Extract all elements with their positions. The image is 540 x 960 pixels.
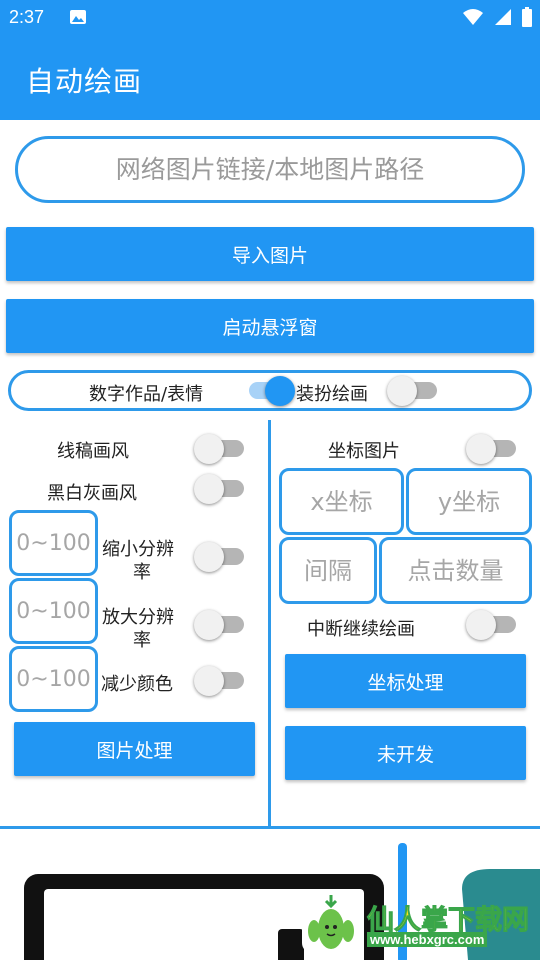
shrink-resolution-label-line2: 率 (133, 562, 151, 583)
app-title: 自动绘画 (26, 65, 143, 98)
shrink-resolution-switch[interactable] (194, 541, 250, 573)
line-style-switch[interactable] (194, 433, 250, 465)
enlarge-resolution-switch[interactable] (194, 609, 250, 641)
mode-toggle-bar: 数字作品/表情 装扮绘画 (8, 370, 532, 411)
coord-process-button[interactable]: 坐标处理 (285, 654, 526, 708)
bw-style-label: 黑白灰画风 (47, 483, 137, 504)
status-icons (462, 7, 532, 27)
interval-input[interactable] (279, 537, 377, 604)
click-count-input[interactable] (379, 537, 532, 604)
mode-digital-switch[interactable] (241, 375, 297, 407)
preview-area: 仙人掌下载网 www.hebxgrc.com (0, 829, 540, 960)
y-coord-input[interactable] (406, 468, 532, 535)
resume-drawing-switch[interactable] (466, 609, 522, 641)
enlarge-resolution-input[interactable] (9, 578, 98, 644)
undeveloped-button[interactable]: 未开发 (285, 726, 526, 780)
mode-digital-label: 数字作品/表情 (89, 384, 204, 405)
cactus-logo-icon (302, 893, 360, 953)
enlarge-resolution-label-line2: 率 (133, 630, 151, 651)
mode-dressup-label: 装扮绘画 (296, 384, 368, 405)
shrink-resolution-input[interactable] (9, 510, 98, 576)
watermark-url: www.hebxgrc.com (367, 932, 488, 947)
resume-drawing-label: 中断继续绘画 (307, 619, 415, 640)
mode-dressup-switch[interactable] (387, 375, 443, 407)
image-path-input[interactable] (15, 136, 525, 203)
reduce-color-input[interactable] (9, 646, 98, 712)
gallery-icon (70, 10, 86, 24)
battery-icon (522, 7, 532, 27)
status-bar: 2:37 (0, 0, 540, 36)
bw-style-switch[interactable] (194, 473, 250, 505)
import-image-button[interactable]: 导入图片 (6, 227, 534, 281)
line-style-label: 线稿画风 (57, 441, 129, 462)
wifi-icon (463, 9, 483, 25)
start-floating-window-button[interactable]: 启动悬浮窗 (6, 299, 534, 353)
coord-image-switch[interactable] (466, 433, 522, 465)
status-time: 2:37 (9, 7, 45, 27)
reduce-color-switch[interactable] (194, 665, 250, 697)
reduce-color-label: 减少颜色 (101, 674, 173, 695)
signal-icon (495, 9, 511, 25)
image-process-button[interactable]: 图片处理 (14, 722, 255, 776)
panel-divider (268, 420, 271, 826)
app-bar: 自动绘画 (0, 36, 540, 120)
coord-image-label: 坐标图片 (328, 441, 400, 462)
x-coord-input[interactable] (279, 468, 404, 535)
